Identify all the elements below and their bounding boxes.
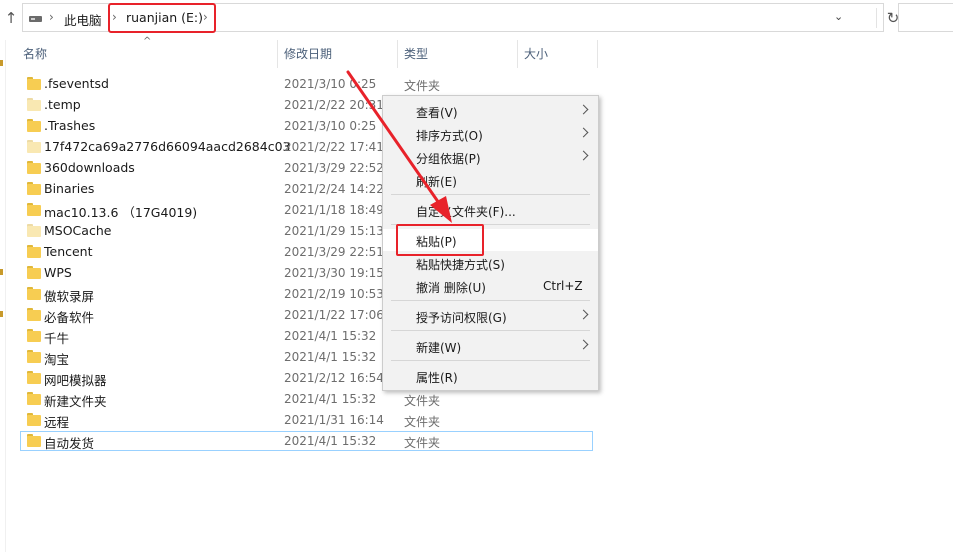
annotation-arrow-icon <box>346 70 452 223</box>
